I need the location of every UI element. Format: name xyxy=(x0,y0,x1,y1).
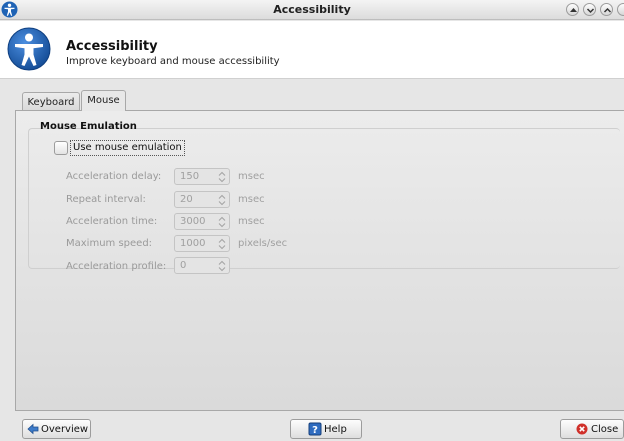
overview-label: Overview xyxy=(41,424,89,435)
acceleration-profile-spinbox[interactable]: 0 xyxy=(174,257,230,274)
acceleration-time-spinbox[interactable]: 3000 xyxy=(174,213,230,230)
acceleration-delay-spinbox[interactable]: 150 xyxy=(174,168,230,185)
repeat-interval-value: 20 xyxy=(180,194,193,205)
close-icon xyxy=(576,423,588,435)
repeat-interval-label: Repeat interval: xyxy=(66,194,146,205)
close-label: Close xyxy=(591,424,619,435)
chevron-up-icon xyxy=(603,7,612,13)
chevron-down-icon xyxy=(586,8,595,14)
acceleration-profile-value: 0 xyxy=(180,260,187,271)
maximum-speed-unit: pixels/sec xyxy=(238,238,288,249)
keep-above-icon xyxy=(570,8,577,12)
tab-mouse[interactable]: Mouse xyxy=(81,90,126,111)
tab-keyboard[interactable]: Keyboard xyxy=(22,92,80,111)
spin-arrows-icon[interactable] xyxy=(217,259,227,273)
svg-text:?: ? xyxy=(312,425,318,436)
accessibility-icon xyxy=(7,27,51,71)
acceleration-delay-unit: msec xyxy=(238,171,265,182)
tab-keyboard-label: Keyboard xyxy=(27,97,75,108)
window-title: Accessibility xyxy=(273,3,351,16)
group-title: Mouse Emulation xyxy=(40,121,137,132)
close-window-button[interactable] xyxy=(617,3,624,16)
maximum-speed-value: 1000 xyxy=(180,238,206,249)
maximum-speed-label: Maximum speed: xyxy=(66,238,153,249)
keep-above-button[interactable] xyxy=(566,3,579,16)
minimize-button[interactable] xyxy=(583,3,596,16)
help-icon: ? xyxy=(308,422,322,436)
acceleration-time-unit: msec xyxy=(238,216,265,227)
help-button[interactable]: ? Help xyxy=(290,419,362,439)
acceleration-delay-value: 150 xyxy=(180,171,200,182)
help-label: Help xyxy=(324,424,347,435)
spin-arrows-icon[interactable] xyxy=(217,170,227,184)
repeat-interval-spinbox[interactable]: 20 xyxy=(174,191,230,208)
window-titlebar: Accessibility xyxy=(0,0,624,20)
use-mouse-emulation-label[interactable]: Use mouse emulation xyxy=(70,140,185,156)
spin-arrows-icon[interactable] xyxy=(217,215,227,229)
maximum-speed-spinbox[interactable]: 1000 xyxy=(174,235,230,252)
acceleration-profile-label: Acceleration profile: xyxy=(66,261,167,272)
use-mouse-emulation-checkbox[interactable] xyxy=(54,141,68,155)
module-header: Accessibility Improve keyboard and mouse… xyxy=(0,21,624,79)
acceleration-time-label: Acceleration time: xyxy=(66,216,158,227)
spin-arrows-icon[interactable] xyxy=(217,193,227,207)
repeat-interval-unit: msec xyxy=(238,194,265,205)
page-subtitle: Improve keyboard and mouse accessibility xyxy=(66,56,280,67)
page-title: Accessibility xyxy=(66,39,158,54)
tab-mouse-label: Mouse xyxy=(87,95,120,106)
overview-button[interactable]: Overview xyxy=(22,419,91,439)
maximize-button[interactable] xyxy=(600,3,613,16)
close-button[interactable]: Close xyxy=(560,419,624,439)
acceleration-time-value: 3000 xyxy=(180,216,206,227)
spin-arrows-icon[interactable] xyxy=(217,237,227,251)
acceleration-delay-label: Acceleration delay: xyxy=(66,171,162,182)
arrow-left-icon xyxy=(27,423,39,435)
